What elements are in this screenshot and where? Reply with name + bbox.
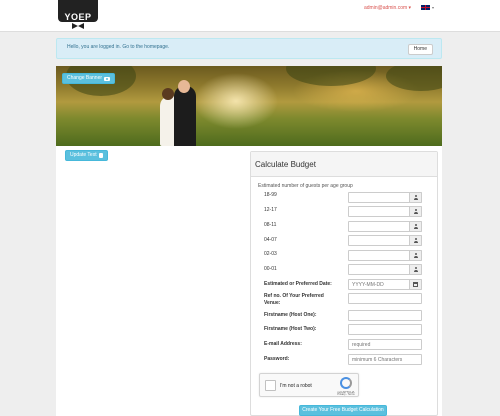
uk-flag-icon	[421, 5, 430, 10]
change-banner-button[interactable]: Change Banner	[62, 73, 116, 84]
login-alert: Hello, you are logged in. Go to the home…	[56, 38, 442, 59]
language-dropdown[interactable]: ▾	[421, 5, 434, 10]
recaptcha-icon	[340, 377, 352, 389]
password-label: Password:	[264, 356, 290, 362]
email-input[interactable]	[348, 339, 422, 350]
recaptcha-widget: I'm not a robot reCAPTCHA Privacy - Term…	[259, 373, 359, 397]
password-input[interactable]	[348, 354, 422, 365]
recaptcha-label: I'm not a robot	[280, 383, 312, 389]
user-icon	[410, 221, 422, 232]
bow-tie-icon	[72, 23, 84, 29]
home-button[interactable]: Home	[407, 44, 433, 55]
guests-08-11-input[interactable]	[348, 221, 410, 232]
panel-title: Calculate Budget	[255, 160, 316, 169]
host-one-input[interactable]	[348, 310, 422, 321]
camera-icon	[104, 76, 111, 81]
email-label: E-mail Address:	[264, 341, 302, 347]
guests-heading: Estimated number of guests per age group	[258, 183, 353, 189]
venue-label: Ref no. Of Your Preferred Venue:	[264, 293, 324, 306]
age-label-12-17: 12-17	[264, 207, 277, 213]
recaptcha-links[interactable]: Privacy - Terms	[334, 393, 358, 396]
age-label-08-11: 08-11	[264, 222, 277, 228]
age-label-00-01: 00-01	[264, 266, 277, 272]
age-label-02-03: 02-03	[264, 251, 277, 257]
host-two-input[interactable]	[348, 324, 422, 335]
chevron-down-icon: ▾	[408, 5, 412, 11]
venue-ref-input[interactable]	[348, 293, 422, 304]
date-input[interactable]	[348, 279, 410, 290]
logo-text: YOEP	[64, 12, 92, 22]
user-icon	[410, 192, 422, 203]
user-menu-dropdown[interactable]: admin@admin.com ▾	[364, 5, 411, 11]
user-icon	[410, 250, 422, 261]
host-two-label: Firstname (Host Two):	[264, 326, 317, 332]
create-budget-button[interactable]: Create Your Free Budget Calculation	[299, 405, 387, 416]
panel-header: Calculate Budget	[251, 152, 437, 177]
document-icon	[98, 153, 103, 158]
guests-02-03-input[interactable]	[348, 250, 410, 261]
user-icon	[410, 235, 422, 246]
yoep-logo[interactable]: YOEP	[58, 0, 98, 30]
guests-12-17-input[interactable]	[348, 206, 410, 217]
host-one-label: Firstname (Host One):	[264, 312, 317, 318]
top-navbar: YOEP admin@admin.com ▾ ▾	[0, 0, 500, 32]
guests-00-01-input[interactable]	[348, 264, 410, 275]
age-label-18-99: 18-99	[264, 192, 277, 198]
guests-04-07-input[interactable]	[348, 235, 410, 246]
user-email: admin@admin.com	[364, 5, 408, 11]
calendar-icon[interactable]	[410, 279, 422, 290]
update-text-label: Update Text	[70, 152, 97, 158]
age-label-04-07: 04-07	[264, 237, 277, 243]
user-icon	[410, 264, 422, 275]
update-text-button[interactable]: Update Text	[65, 150, 108, 161]
chevron-down-icon: ▾	[432, 5, 435, 10]
user-icon	[410, 206, 422, 217]
guests-18-99-input[interactable]	[348, 192, 410, 203]
alert-message: Hello, you are logged in. Go to the home…	[67, 44, 170, 50]
change-banner-label: Change Banner	[67, 75, 103, 81]
date-label: Estimated or Preferred Date:	[264, 281, 332, 287]
groom-figure	[174, 86, 196, 146]
recaptcha-checkbox[interactable]	[265, 380, 276, 391]
